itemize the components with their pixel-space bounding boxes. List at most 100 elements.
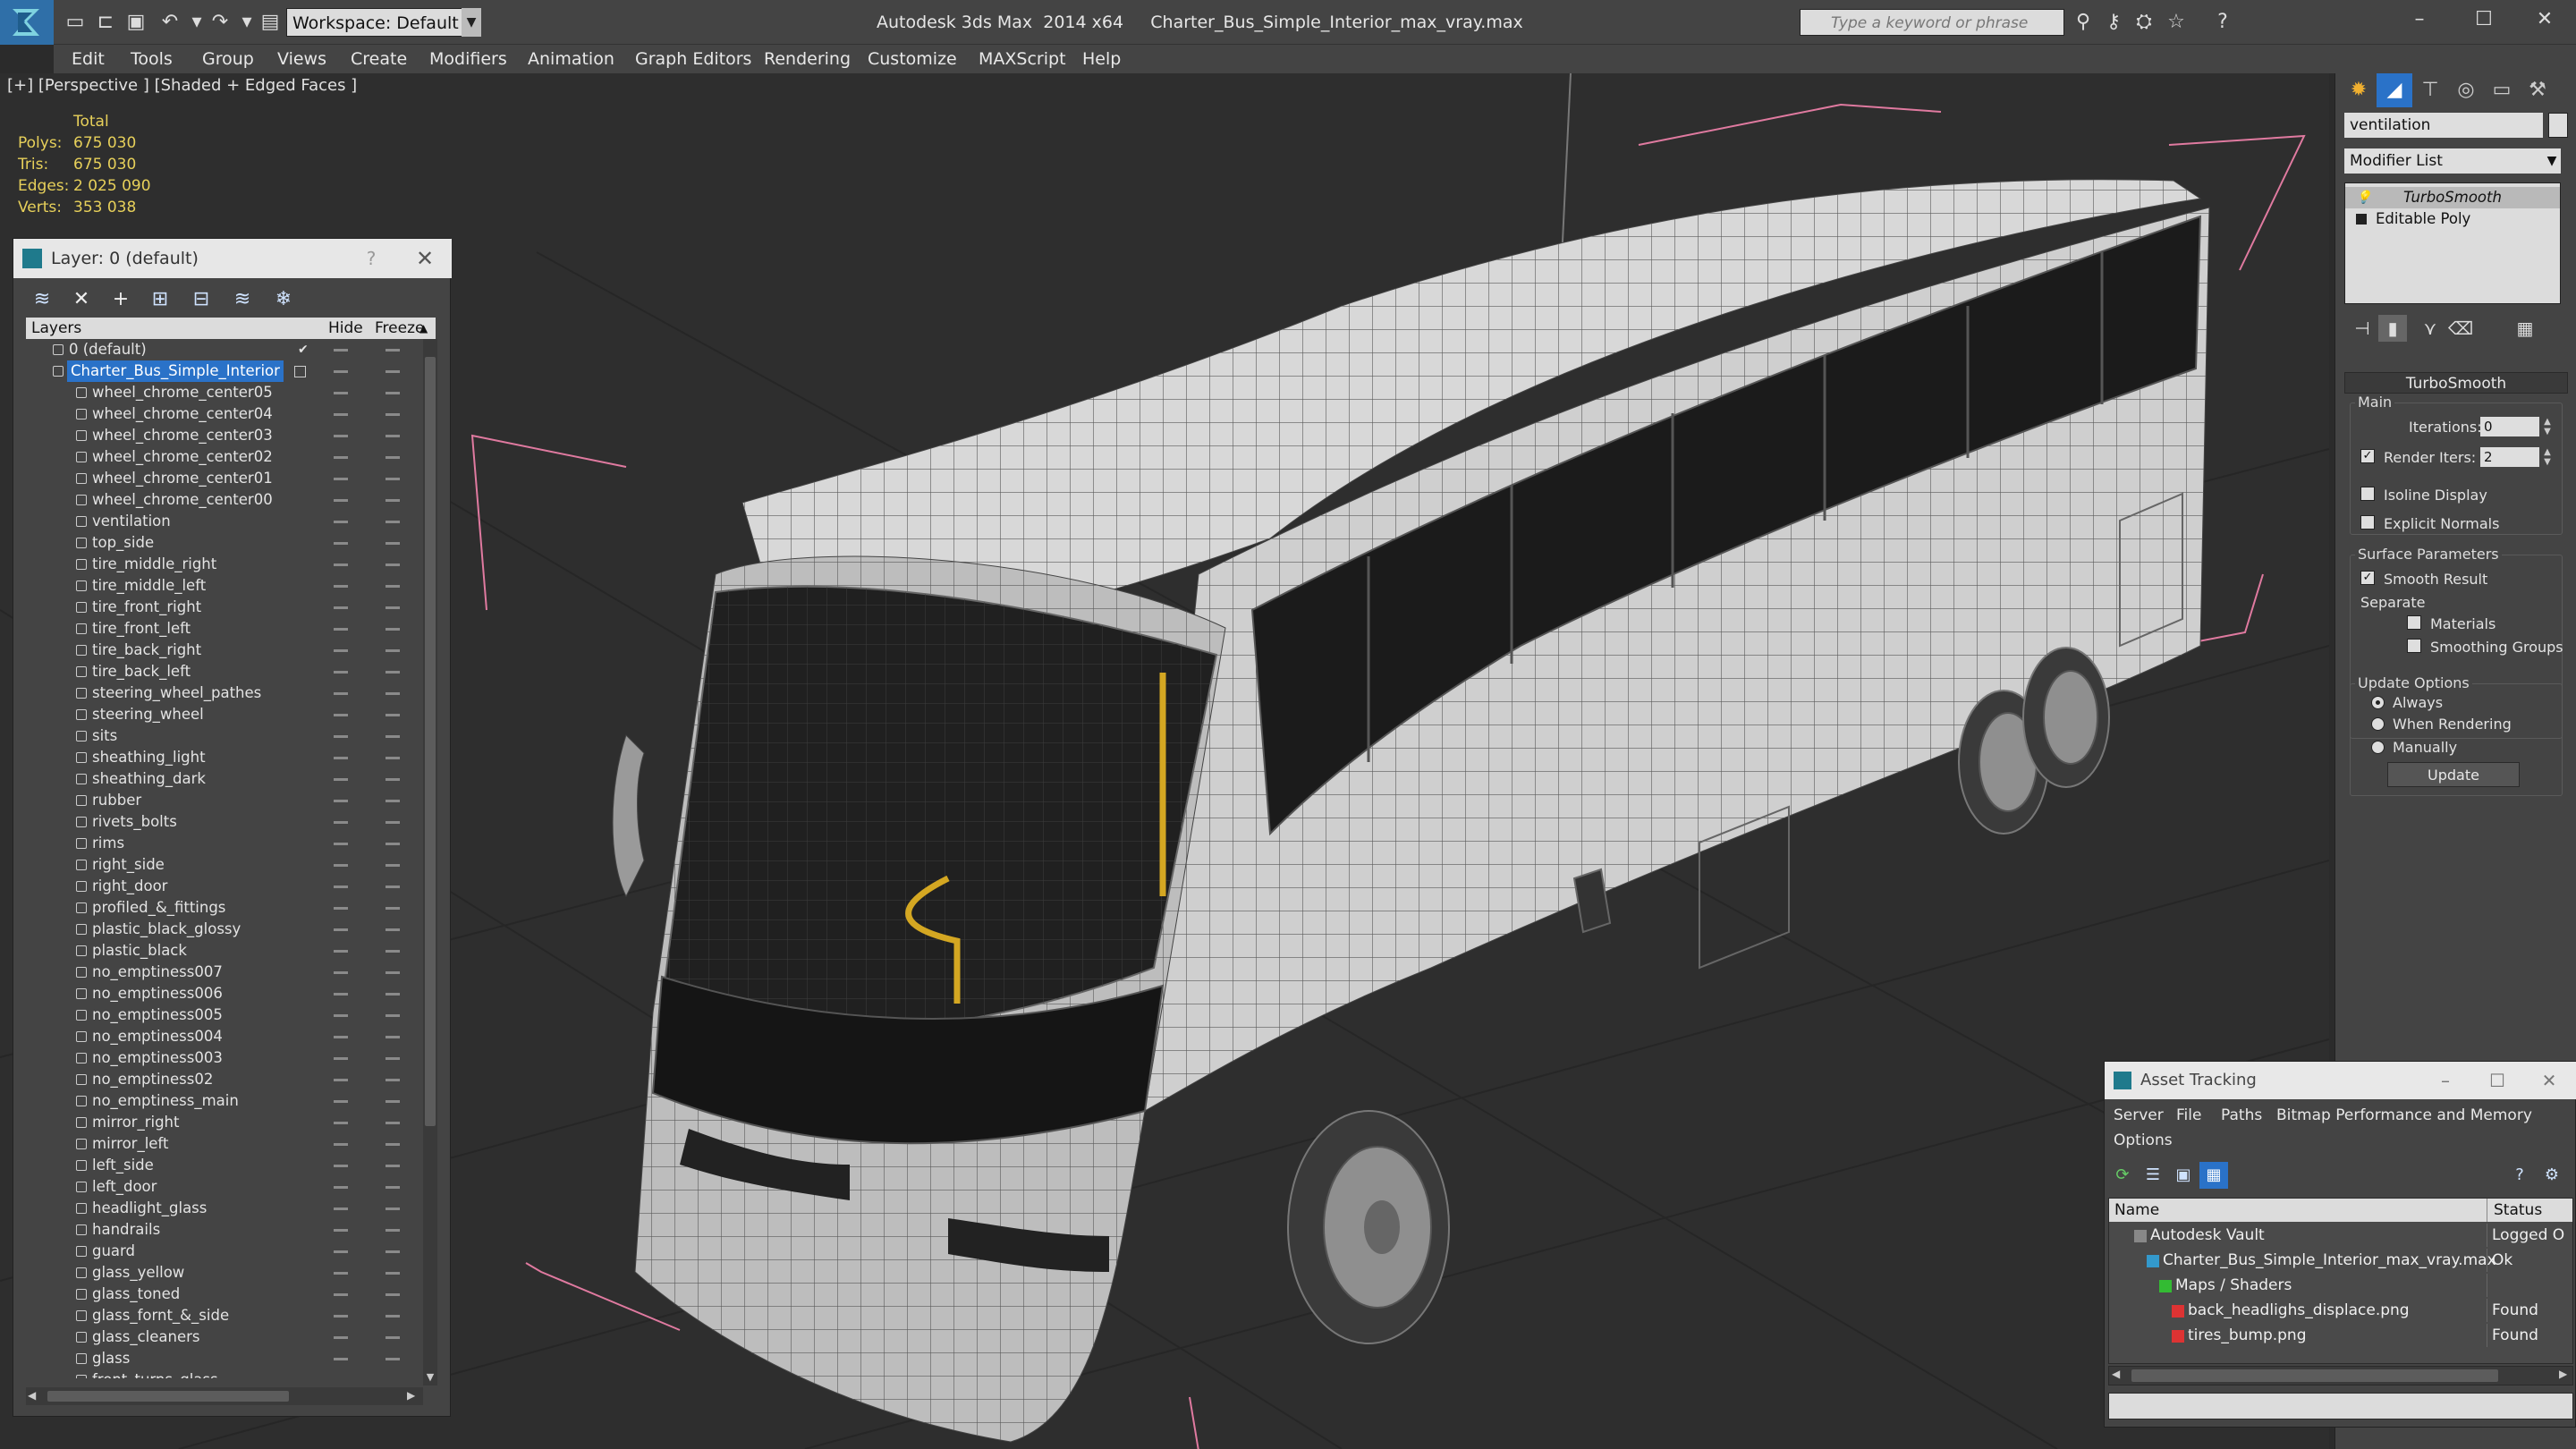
settings-icon[interactable]: ⚙ bbox=[2538, 1162, 2566, 1189]
freeze-toggle[interactable] bbox=[386, 692, 400, 695]
hide-toggle[interactable] bbox=[334, 778, 348, 781]
layer-object-row[interactable]: steering_wheel_pathes bbox=[26, 682, 419, 704]
freeze-toggle[interactable] bbox=[386, 821, 400, 824]
freeze-toggle[interactable] bbox=[386, 928, 400, 931]
hide-toggle[interactable] bbox=[334, 413, 348, 416]
spinner-arrows-icon[interactable]: ▲ ▼ bbox=[2541, 417, 2554, 436]
layer-object-row[interactable]: tire_middle_right bbox=[26, 554, 419, 575]
freeze-toggle[interactable] bbox=[386, 606, 400, 609]
asset-row[interactable]: back_headlighs_displace.png Found bbox=[2109, 1299, 2572, 1322]
hide-toggle[interactable] bbox=[334, 993, 348, 996]
hide-toggle[interactable] bbox=[334, 392, 348, 394]
layer-object-row[interactable]: wheel_chrome_center01 bbox=[26, 468, 419, 489]
configure-sets-icon[interactable]: ▦ bbox=[2511, 315, 2539, 342]
menu-edit[interactable]: Edit bbox=[59, 45, 117, 73]
stack-item-turbosmooth[interactable]: 💡 TurboSmooth bbox=[2345, 187, 2560, 208]
close-icon[interactable]: ✕ bbox=[2529, 1062, 2570, 1099]
layer-object-row[interactable]: tire_back_left bbox=[26, 661, 419, 682]
freeze-toggle[interactable] bbox=[386, 413, 400, 416]
layer-object-row[interactable]: no_emptiness006 bbox=[26, 983, 419, 1004]
layer-object-row[interactable]: glass bbox=[26, 1348, 419, 1369]
layer-object-row[interactable]: right_door bbox=[26, 876, 419, 897]
col-status[interactable]: Status bbox=[2494, 1199, 2542, 1222]
stack-item-editable-poly[interactable]: Editable Poly bbox=[2345, 208, 2560, 230]
layer-object-row[interactable]: tire_middle_left bbox=[26, 575, 419, 597]
create-tab-icon[interactable]: ✹ bbox=[2341, 73, 2377, 107]
refresh-icon[interactable]: ⟳ bbox=[2108, 1162, 2137, 1189]
hide-toggle[interactable] bbox=[334, 821, 348, 824]
hide-toggle[interactable] bbox=[334, 671, 348, 674]
hide-toggle[interactable] bbox=[334, 1293, 348, 1296]
hide-toggle[interactable] bbox=[334, 478, 348, 480]
scrollbar-thumb[interactable] bbox=[47, 1391, 289, 1402]
freeze-toggle[interactable] bbox=[386, 1079, 400, 1081]
layer-object-row[interactable]: tire_front_left bbox=[26, 618, 419, 640]
freeze-toggle[interactable] bbox=[386, 714, 400, 716]
scroll-left-icon[interactable]: ◀ bbox=[2112, 1368, 2120, 1380]
pin-stack-icon[interactable]: ⊣ bbox=[2348, 315, 2377, 342]
col-layers[interactable]: Layers bbox=[31, 318, 81, 339]
help-icon[interactable]: ? bbox=[2505, 1162, 2534, 1189]
layer-object-row[interactable]: sheathing_light bbox=[26, 747, 419, 768]
layer-object-row[interactable]: no_emptiness007 bbox=[26, 962, 419, 983]
smoothing-groups-checkbox[interactable] bbox=[2407, 639, 2421, 653]
layer-row-charter-bus[interactable]: Charter_Bus_Simple_Interior bbox=[26, 360, 419, 382]
freeze-toggle[interactable] bbox=[386, 971, 400, 974]
scroll-right-icon[interactable]: ▶ bbox=[407, 1389, 415, 1402]
asset-path-field[interactable] bbox=[2108, 1393, 2573, 1419]
layer-object-row[interactable]: headlight_glass bbox=[26, 1198, 419, 1219]
layer-object-row[interactable]: no_emptiness_main bbox=[26, 1090, 419, 1112]
col-hide[interactable]: Hide bbox=[328, 318, 363, 339]
layer-object-row[interactable]: mirror_right bbox=[26, 1112, 419, 1133]
layer-object-row[interactable]: right_side bbox=[26, 854, 419, 876]
freeze-toggle[interactable] bbox=[386, 1208, 400, 1210]
freeze-toggle[interactable] bbox=[386, 864, 400, 867]
asset-row[interactable]: Charter_Bus_Simple_Interior_max_vray.max… bbox=[2109, 1249, 2572, 1272]
maximize-icon[interactable]: ☐ bbox=[2453, 0, 2515, 39]
hide-toggle[interactable] bbox=[334, 843, 348, 845]
hide-toggle[interactable] bbox=[334, 1272, 348, 1275]
menu-customize[interactable]: Customize bbox=[855, 45, 970, 73]
freeze-toggle[interactable] bbox=[386, 499, 400, 502]
freeze-toggle[interactable] bbox=[386, 521, 400, 523]
lightbulb-icon[interactable]: 💡 bbox=[2356, 187, 2371, 205]
menu-rendering[interactable]: Rendering bbox=[751, 45, 863, 73]
menu-file[interactable]: File bbox=[2176, 1103, 2201, 1128]
layer-object-row[interactable]: guard bbox=[26, 1241, 419, 1262]
freeze-toggle[interactable] bbox=[386, 671, 400, 674]
freeze-toggle[interactable] bbox=[386, 435, 400, 437]
hide-toggle[interactable] bbox=[334, 649, 348, 652]
workspace-dropdown[interactable]: Workspace: Default bbox=[286, 8, 481, 37]
menu-tools[interactable]: Tools bbox=[118, 45, 185, 73]
freeze-toggle[interactable] bbox=[386, 456, 400, 459]
hide-toggle[interactable] bbox=[334, 886, 348, 888]
hide-toggle[interactable] bbox=[334, 606, 348, 609]
layer-object-row[interactable]: mirror_left bbox=[26, 1133, 419, 1155]
freeze-toggle[interactable] bbox=[386, 349, 400, 352]
layer-object-row[interactable]: glass_yellow bbox=[26, 1262, 419, 1284]
menu-group[interactable]: Group bbox=[190, 45, 267, 73]
hide-toggle[interactable] bbox=[334, 542, 348, 545]
iterations-spinner[interactable]: 0 bbox=[2480, 417, 2539, 436]
turbosmooth-rollout-header[interactable]: TurboSmooth bbox=[2344, 372, 2568, 394]
hide-toggle[interactable] bbox=[334, 456, 348, 459]
spinner-arrows-icon[interactable]: ▲ ▼ bbox=[2541, 447, 2554, 467]
object-color-swatch[interactable] bbox=[2548, 113, 2568, 138]
key-icon[interactable]: ⚷ bbox=[2100, 11, 2127, 34]
menu-animation[interactable]: Animation bbox=[515, 45, 627, 73]
highlight-layer-icon[interactable]: ⊟ bbox=[183, 284, 219, 316]
search-input[interactable]: Type a keyword or phrase bbox=[1800, 9, 2064, 36]
freeze-toggle[interactable] bbox=[386, 800, 400, 802]
close-icon[interactable]: ✕ bbox=[407, 239, 443, 278]
hide-toggle[interactable] bbox=[334, 971, 348, 974]
hide-toggle[interactable] bbox=[334, 1208, 348, 1210]
active-layer-check-icon[interactable]: ✔ bbox=[298, 339, 309, 360]
freeze-toggle[interactable] bbox=[386, 649, 400, 652]
close-icon[interactable]: ✕ bbox=[2513, 0, 2576, 39]
minimize-icon[interactable]: – bbox=[2425, 1062, 2466, 1099]
layer-object-row[interactable]: front_turns_glass bbox=[26, 1369, 419, 1378]
scroll-right-icon[interactable]: ▶ bbox=[2559, 1368, 2567, 1380]
layer-object-row[interactable]: no_emptiness005 bbox=[26, 1004, 419, 1026]
freeze-toggle[interactable] bbox=[386, 1165, 400, 1167]
freeze-toggle[interactable] bbox=[386, 1315, 400, 1318]
